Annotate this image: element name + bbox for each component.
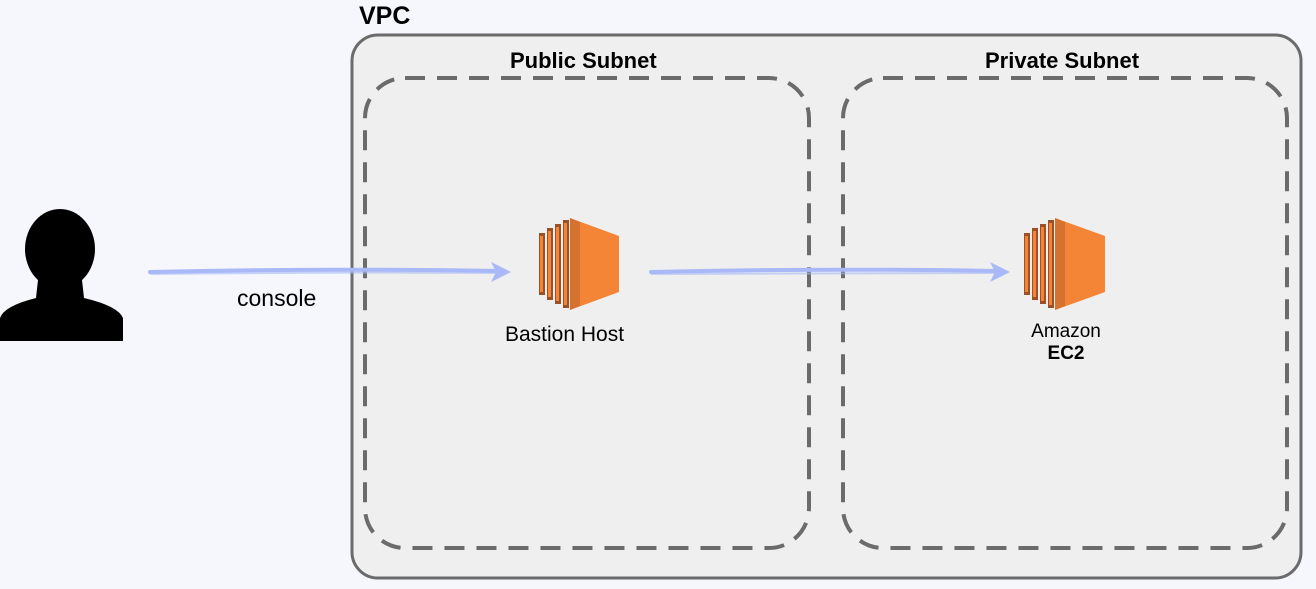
amazon-ec2-label: Amazon EC2 <box>1000 321 1132 365</box>
bastion-host-ec2-icon <box>539 218 619 310</box>
vpc-container <box>350 33 1303 580</box>
amazon-ec2-label-line2: EC2 <box>1047 343 1085 364</box>
vpc-title: VPC <box>359 2 411 30</box>
private-subnet-title: Private Subnet <box>985 48 1140 73</box>
console-connection-label: console <box>237 285 317 311</box>
user-icon <box>0 209 123 341</box>
vpc-architecture-diagram <box>0 33 1303 580</box>
amazon-ec2-icon <box>1024 218 1105 310</box>
public-subnet-title: Public Subnet <box>510 48 657 73</box>
amazon-ec2-label-line1: Amazon <box>1031 321 1101 342</box>
bastion-host-label: Bastion Host <box>505 323 625 346</box>
